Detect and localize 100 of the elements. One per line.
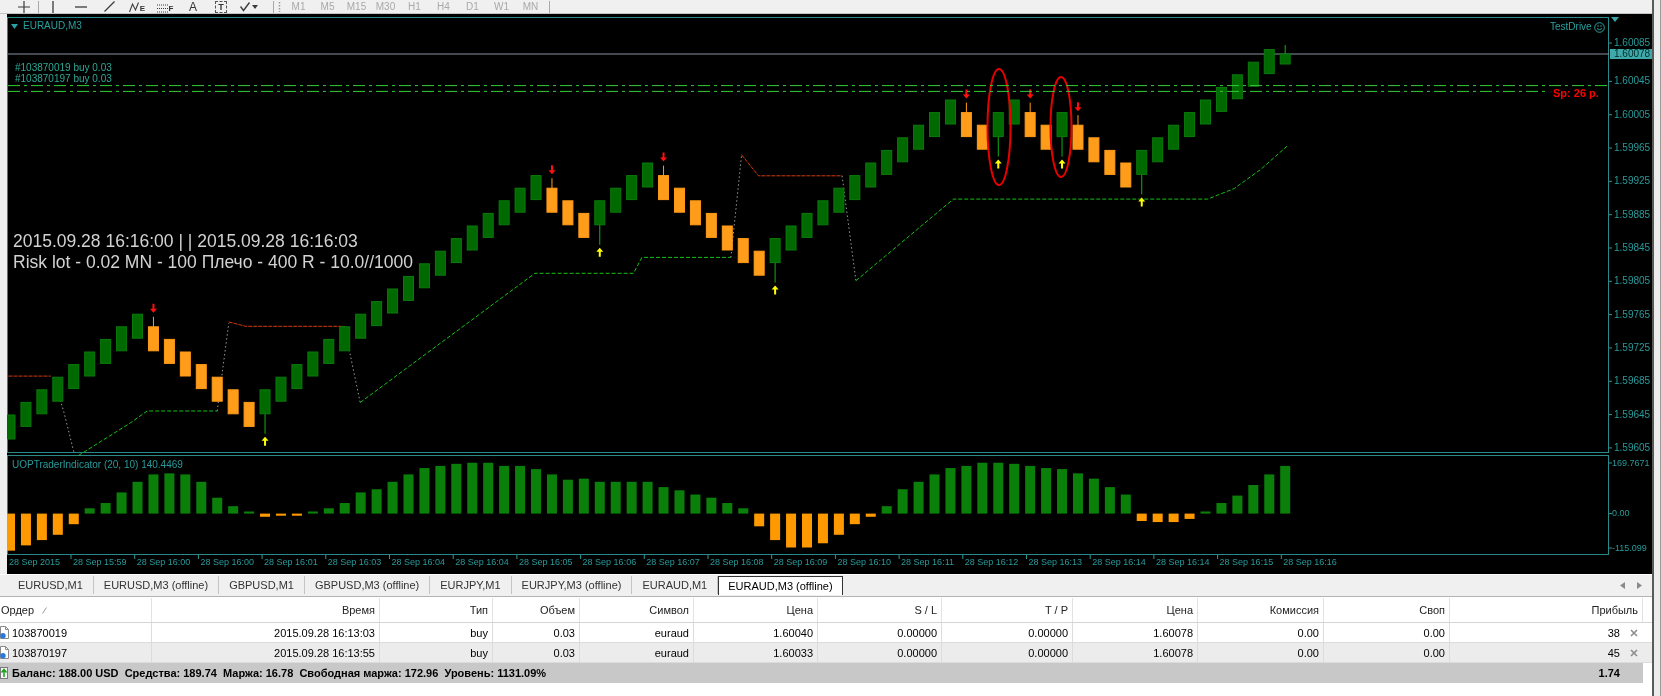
column-header[interactable]: Символ bbox=[580, 598, 694, 622]
histogram-bar bbox=[260, 513, 271, 517]
triangle-marker-icon bbox=[1611, 17, 1619, 22]
price-axis-label: 1.59965 bbox=[1614, 142, 1651, 155]
price-axis-label: 1.59725 bbox=[1614, 341, 1651, 354]
bullish-candle bbox=[865, 162, 877, 188]
bullish-candle bbox=[387, 288, 399, 314]
diagonal-line-icon[interactable] bbox=[103, 1, 115, 12]
bullish-candle bbox=[881, 149, 893, 175]
histogram-bar bbox=[1025, 465, 1036, 514]
table-cell: 0.03 bbox=[553, 625, 575, 640]
histogram-bar bbox=[1200, 511, 1211, 514]
bearish-candle bbox=[737, 238, 749, 264]
histogram-bar bbox=[291, 513, 302, 516]
bullish-candle bbox=[259, 389, 271, 435]
bullish-candle bbox=[944, 99, 956, 125]
table-cell: buy bbox=[470, 645, 488, 660]
histogram-bar bbox=[515, 465, 526, 514]
time-axis-label: 28 Sep 16:07 bbox=[646, 557, 700, 568]
histogram-bar bbox=[993, 462, 1004, 514]
bearish-candle bbox=[674, 187, 685, 213]
column-header[interactable]: Прибыль bbox=[1450, 598, 1643, 622]
chart-tab[interactable]: GBPUSD,M3 (offline) bbox=[304, 576, 431, 594]
bullish-candle bbox=[626, 175, 638, 201]
caret-icon[interactable] bbox=[252, 4, 258, 9]
histogram-bar bbox=[642, 481, 653, 514]
bullish-candle bbox=[1231, 74, 1243, 100]
vertical-line-icon[interactable] bbox=[51, 0, 55, 13]
bullish-candle bbox=[418, 263, 430, 289]
time-axis-label: 28 Sep 2015 bbox=[9, 557, 61, 568]
bullish-candle bbox=[84, 351, 96, 377]
bearish-candle bbox=[1040, 124, 1052, 150]
left-arrow-icon[interactable] bbox=[1620, 582, 1625, 589]
bullish-candle bbox=[434, 250, 446, 276]
info-text: 2015.09.28 16:16:00 | | 2015.09.28 16:16:03 bbox=[13, 231, 358, 251]
column-header[interactable]: Своп bbox=[1324, 598, 1450, 622]
info-text: Risk lot - 0.02 MN - 100 Плечо - 400 R - 10.0//1000 bbox=[13, 252, 413, 272]
close-icon[interactable] bbox=[1630, 648, 1638, 657]
histogram-bar bbox=[419, 468, 430, 514]
bearish-candle bbox=[1088, 137, 1100, 163]
bullish-candle bbox=[992, 112, 1004, 158]
chart-tab[interactable]: GBPUSD,M1 bbox=[219, 576, 305, 594]
bearish-candle bbox=[147, 316, 159, 352]
chart-tab[interactable]: EURJPY,M1 bbox=[430, 576, 512, 594]
horizontal-line-icon[interactable] bbox=[75, 4, 87, 9]
histogram-bar bbox=[1088, 478, 1099, 514]
column-header[interactable]: Объем bbox=[493, 598, 580, 622]
column-header[interactable]: Тип bbox=[380, 598, 493, 622]
column-header[interactable]: Время bbox=[152, 598, 380, 622]
chart-tab[interactable]: EURUSD,M1 bbox=[8, 576, 94, 594]
table-cell: 38 bbox=[1607, 625, 1620, 640]
bullish-candle bbox=[913, 124, 925, 150]
resistance-line bbox=[8, 375, 52, 377]
column-header[interactable]: Цена bbox=[694, 598, 818, 622]
column-header[interactable]: Цена bbox=[1073, 598, 1198, 622]
bullish-candle bbox=[1279, 44, 1291, 65]
histogram-bar bbox=[786, 513, 797, 548]
table-cell: 2015.09.28 16:13:03 bbox=[274, 625, 375, 640]
fibonacci-tool-button[interactable]: E bbox=[128, 0, 146, 13]
bullish-candle bbox=[929, 112, 940, 138]
price-axis-label: 1.60045 bbox=[1614, 75, 1651, 88]
histogram-bar bbox=[1136, 513, 1147, 521]
bullish-candle bbox=[275, 376, 287, 402]
fibonacci-tool-button[interactable]: F bbox=[156, 0, 174, 13]
bullish-candle bbox=[530, 175, 542, 201]
bearish-candle bbox=[546, 177, 558, 213]
column-header[interactable]: S / L bbox=[818, 598, 942, 622]
column-header[interactable]: T / P bbox=[942, 598, 1073, 622]
column-header[interactable]: Ордер bbox=[0, 598, 152, 622]
bullish-candle bbox=[514, 187, 526, 213]
up-arrow-icon bbox=[261, 436, 269, 446]
time-axis-label: 28 Sep 16:04 bbox=[391, 557, 446, 568]
bearish-candle bbox=[562, 200, 574, 226]
histogram-bar bbox=[1152, 513, 1163, 523]
histogram-bar bbox=[339, 503, 350, 514]
histogram-bar bbox=[228, 506, 239, 514]
triangle-down-icon[interactable] bbox=[11, 24, 18, 29]
chart-tab[interactable]: EURUSD,M3 (offline) bbox=[93, 576, 220, 594]
histogram-bar bbox=[1057, 469, 1068, 514]
chart-tab[interactable]: EURJPY,M3 (offline) bbox=[511, 576, 633, 594]
bullish-candle bbox=[1247, 61, 1259, 87]
table-cell: 1.60078 bbox=[1153, 625, 1193, 640]
table-cell: 0.03 bbox=[553, 645, 575, 660]
text-label-tool-button[interactable]: T bbox=[215, 0, 227, 13]
right-arrow-icon[interactable] bbox=[1637, 582, 1642, 589]
histogram-bar bbox=[817, 513, 828, 544]
bearish-candle bbox=[195, 364, 207, 390]
histogram-bar bbox=[1041, 468, 1052, 514]
column-header[interactable]: Комиссия bbox=[1198, 598, 1324, 622]
text-tool-button[interactable]: A bbox=[189, 0, 197, 13]
histogram-bar bbox=[403, 474, 414, 514]
close-icon[interactable] bbox=[1630, 628, 1638, 637]
check-mark-icon[interactable] bbox=[240, 1, 250, 12]
histogram-bar bbox=[913, 481, 924, 514]
price-axis-label: 1.59685 bbox=[1614, 375, 1651, 388]
crosshair-icon[interactable] bbox=[18, 0, 30, 13]
chart-tab[interactable]: EURAUD,M3 (offline) bbox=[718, 576, 843, 595]
histogram-bar bbox=[626, 481, 637, 514]
bullish-candle bbox=[291, 364, 303, 390]
bullish-candle bbox=[1263, 49, 1275, 75]
